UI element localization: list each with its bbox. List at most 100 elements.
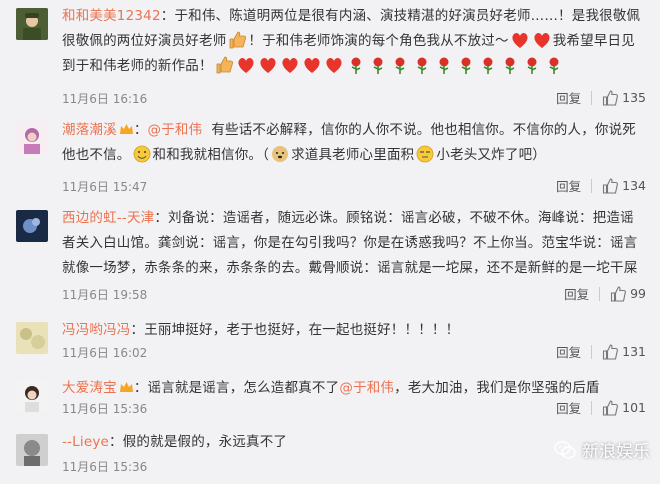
comment-body: 西边的虹--天津：刘备说：造谣者，随远必诛。顾铭说：谣言必破，不破不休。海峰说：…: [62, 206, 646, 281]
avatar[interactable]: [16, 210, 48, 242]
awkward-emoji-icon: [416, 145, 434, 163]
smile-emoji-icon: [133, 145, 150, 163]
comment-time: 11月6日 16:02: [62, 346, 148, 360]
vip-crown-icon: [119, 124, 133, 134]
rose-emoji-icon: [351, 57, 361, 74]
like-count: 131: [622, 344, 646, 359]
rose-emoji-icon: [373, 57, 383, 74]
avatar[interactable]: [16, 122, 48, 154]
mention-link[interactable]: @于和伟: [339, 380, 394, 396]
comment-actions: 回复 101: [556, 398, 646, 417]
username[interactable]: 和和美美12342: [62, 8, 161, 24]
comment-time: 11月6日 19:58: [62, 288, 148, 302]
comment-text-3: 求道具老师心里面积: [291, 147, 415, 163]
comment-body: 潮落潮溪 ：@于和伟 有些话不必解释，信你的人你不说。他也相信你。不信你的人，你说…: [62, 122, 637, 163]
thumbs-up-icon: [611, 285, 627, 302]
username[interactable]: 大爱涛宝: [62, 380, 117, 396]
comment-item: 和和美美12342：于和伟、陈道明两位是很有内涵、演技精湛的好演员好老师……！是…: [0, 0, 660, 115]
divider: [599, 286, 601, 301]
divider: [591, 344, 593, 359]
rose-emoji-icon: [527, 57, 537, 74]
thumbs-up-icon: [603, 89, 619, 106]
comment-body: 和和美美12342：于和伟、陈道明两位是很有内涵、演技精湛的好演员好老师……！是…: [62, 4, 646, 79]
comment-time: 11月6日 15:47: [62, 180, 148, 194]
comment-item: 潮落潮溪 ：@于和伟 有些话不必解释，信你的人你不说。他也相信你。不信你的人，你说…: [0, 114, 660, 203]
reply-button[interactable]: 回复: [556, 176, 581, 195]
divider: [591, 178, 593, 193]
reply-button[interactable]: 回复: [556, 398, 581, 417]
thumbs-up-emoji-icon: [216, 56, 233, 74]
like-count: 134: [622, 178, 646, 193]
heart-emoji-icon: [534, 32, 550, 48]
comment-text-2: 和和我就相信你。（: [152, 147, 270, 163]
username[interactable]: 潮落潮溪: [62, 122, 117, 138]
comment-text-2: ，老大加油，我们是你坚强的后盾: [394, 380, 600, 396]
sina-ent-watermark: 新浪娱乐: [554, 437, 650, 462]
thumbs-up-icon: [603, 343, 619, 360]
comment-item: 冯冯哟冯冯：王丽坤挺好，老于也挺好，在一起也挺好！！！！！ 11月6日 16:0…: [0, 314, 660, 373]
comment-actions: 回复 131: [556, 342, 646, 361]
comment-actions: 回复 134: [556, 176, 646, 195]
vip-crown-icon: [119, 382, 133, 392]
heart-emoji-icon: [326, 57, 342, 73]
reply-button[interactable]: 回复: [556, 88, 581, 107]
avatar-flower-icon: [16, 210, 48, 242]
like-button[interactable]: 99: [610, 285, 646, 302]
comment-text-2: ！于和伟老师饰演的每个角色我从不放过～: [248, 33, 509, 49]
comment-item: 大爱涛宝 ：谣言就是谣言，怎么造都真不了@于和伟，老大加油，我们是你坚强的后盾 1…: [0, 372, 660, 427]
avatar-pastel-icon: [16, 322, 48, 354]
comment-text: ：王丽坤挺好，老于也挺好，在一起也挺好！！！！！: [130, 322, 460, 338]
rose-emoji-icon: [439, 57, 449, 74]
divider: [591, 90, 593, 105]
avatar-soldier-icon: [16, 8, 48, 40]
like-count: 101: [622, 400, 646, 415]
rose-emoji-icon: [461, 57, 471, 74]
comment-text: ：谣言就是谣言，怎么造都真不了: [133, 380, 340, 396]
avatar[interactable]: [16, 380, 48, 412]
comment-actions: 回复 99: [564, 284, 646, 303]
divider: [591, 400, 593, 415]
comment-text: ：假的就是假的，永远真不了: [109, 434, 288, 450]
heart-emoji-icon: [512, 32, 528, 48]
thumbs-up-icon: [603, 177, 619, 194]
avatar[interactable]: [16, 434, 48, 466]
like-count: 135: [622, 90, 646, 105]
username[interactable]: --Lieye: [62, 434, 109, 450]
rose-emoji-icon: [395, 57, 405, 74]
avatar[interactable]: [16, 322, 48, 354]
username[interactable]: 西边的虹--天津: [62, 210, 154, 226]
like-button[interactable]: 134: [602, 177, 646, 194]
heart-emoji-icon: [304, 57, 320, 73]
avatar-girl-icon: [16, 380, 48, 412]
rose-emoji-icon: [549, 57, 559, 74]
heart-emoji-icon: [260, 57, 276, 73]
comment-text-4: 小老头又炸了吧）: [436, 147, 546, 163]
reply-button[interactable]: 回复: [556, 342, 581, 361]
comment-actions: 回复 135: [556, 88, 646, 107]
like-button[interactable]: 101: [602, 399, 646, 416]
wechat-icon: [554, 440, 576, 459]
thumbs-up-emoji-icon: [230, 31, 247, 49]
username[interactable]: 冯冯哟冯冯: [62, 322, 131, 338]
like-count: 99: [630, 286, 646, 301]
avatar-woman-icon: [16, 122, 48, 154]
rose-emoji-icon: [483, 57, 493, 74]
comment-item: 西边的虹--天津：刘备说：造谣者，随远必诛。顾铭说：谣言必破，不破不休。海峰说：…: [0, 202, 660, 315]
avatar-dark-icon: [16, 434, 48, 466]
like-button[interactable]: 131: [602, 343, 646, 360]
watermark-text: 新浪娱乐: [582, 442, 650, 462]
thumbs-up-icon: [603, 399, 619, 416]
like-button[interactable]: 135: [602, 89, 646, 106]
heart-emoji-icon: [282, 57, 298, 73]
doge-emoji-icon: [272, 146, 289, 162]
avatar[interactable]: [16, 8, 48, 40]
mention-link[interactable]: @于和伟: [148, 122, 203, 138]
rose-emoji-icon: [417, 57, 427, 74]
comment-time: 11月6日 15:36: [62, 402, 148, 416]
reply-button[interactable]: 回复: [564, 284, 589, 303]
heart-emoji-icon: [238, 57, 254, 73]
comment-time: 11月6日 16:16: [62, 92, 148, 106]
comment-body: 冯冯哟冯冯：王丽坤挺好，老于也挺好，在一起也挺好！！！！！: [62, 318, 646, 343]
comment-time: 11月6日 15:36: [62, 460, 148, 474]
rose-emoji-icon: [505, 57, 515, 74]
